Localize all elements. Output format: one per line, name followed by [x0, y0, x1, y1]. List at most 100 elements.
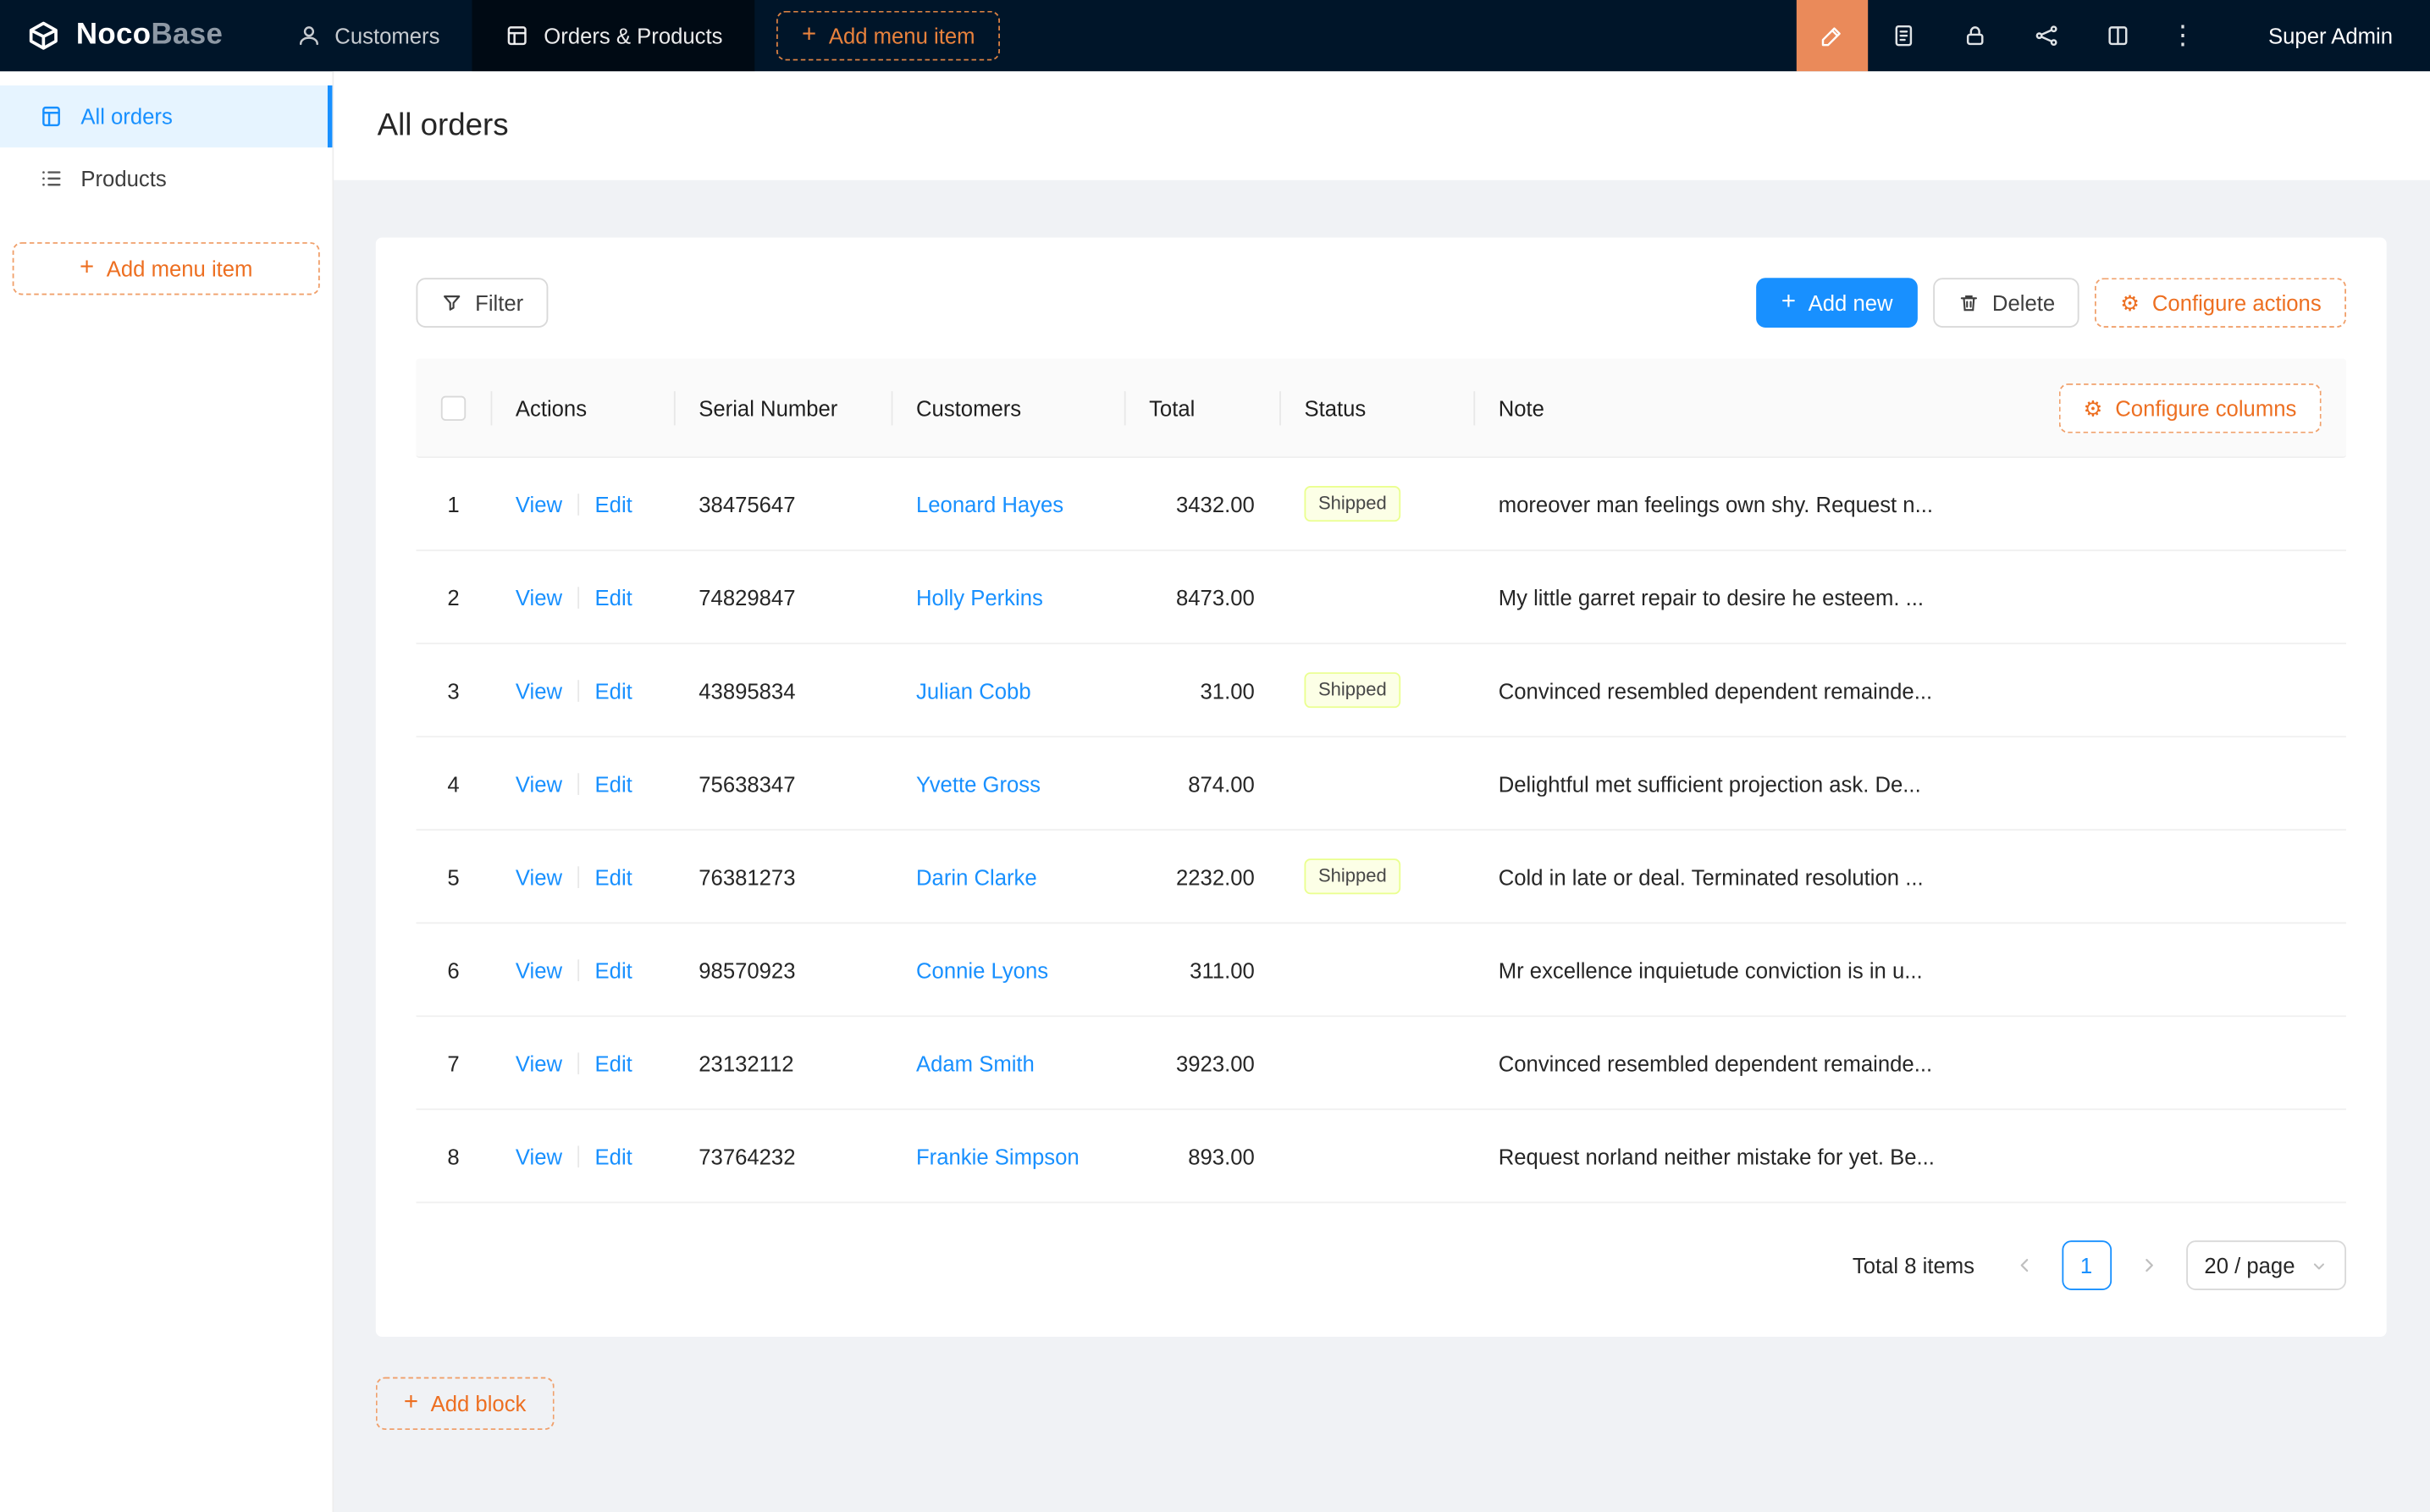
divider	[577, 772, 579, 794]
customer-link[interactable]: Connie Lyons	[916, 957, 1048, 982]
main-area: All orders Filter + Add	[334, 71, 2430, 1512]
total-cell: 8473.00	[1124, 584, 1279, 609]
plus-icon: +	[80, 257, 94, 281]
orders-table: Actions Serial Number Customers Total St…	[416, 359, 2346, 1204]
pagination: Total 8 items 1 20 / page	[416, 1203, 2346, 1296]
table-row: 3 ViewEdit 43895834 Julian Cobb 31.00 Sh…	[416, 644, 2346, 737]
customer-link[interactable]: Leonard Hayes	[916, 491, 1063, 516]
delete-button[interactable]: Delete	[1933, 278, 2079, 328]
edit-link[interactable]: Edit	[595, 491, 632, 516]
page-header: All orders	[334, 71, 2430, 179]
customer-link[interactable]: Yvette Gross	[916, 771, 1041, 796]
plus-icon: +	[802, 24, 816, 48]
actions-cell: View Edit	[491, 677, 674, 702]
logo-text: NocoBase	[76, 19, 223, 52]
more-button[interactable]: ⋮	[2153, 0, 2212, 71]
add-new-label: Add new	[1809, 290, 1893, 315]
serial-number-cell: 23132112	[674, 1051, 892, 1075]
configure-actions-button[interactable]: ⚙ Configure actions	[2096, 278, 2346, 328]
serial-number-cell: 43895834	[674, 677, 892, 702]
row-index: 1	[416, 491, 490, 516]
ui-editor-button[interactable]	[1797, 0, 1868, 71]
add-menu-item-label: Add menu item	[107, 257, 253, 281]
select-all-checkbox[interactable]	[441, 395, 466, 420]
page-title: All orders	[378, 108, 509, 143]
row-index: 8	[416, 1144, 490, 1168]
all-orders-icon	[39, 104, 64, 129]
navbar-right: ⋮ Super Admin	[1797, 0, 2430, 71]
collections-button[interactable]	[1868, 0, 1939, 71]
actions-cell: View Edit	[491, 957, 674, 982]
view-link[interactable]: View	[516, 1051, 562, 1075]
table-row: 5 ViewEdit 76381273 Darin Clarke 2232.00…	[416, 830, 2346, 924]
page-size-select[interactable]: 20 / page	[2185, 1240, 2346, 1290]
customer-cell: Darin Clarke	[892, 864, 1124, 889]
pagination-page-1[interactable]: 1	[2062, 1240, 2112, 1290]
layout-button[interactable]	[2082, 0, 2153, 71]
divider	[577, 1051, 579, 1073]
actions-cell: View Edit	[491, 864, 674, 889]
filter-label: Filter	[475, 290, 523, 315]
customer-link[interactable]: Frankie Simpson	[916, 1144, 1080, 1168]
column-header-total: Total	[1124, 359, 1279, 457]
table-header: Actions Serial Number Customers Total St…	[416, 359, 2346, 458]
delete-label: Delete	[1992, 290, 2055, 315]
orders-products-icon	[505, 24, 529, 48]
table-row: 2 ViewEdit 74829847 Holly Perkins 8473.0…	[416, 551, 2346, 644]
customer-link[interactable]: Julian Cobb	[916, 677, 1031, 702]
note-cell: Cold in late or deal. Terminated resolut…	[1473, 864, 2346, 889]
edit-link[interactable]: Edit	[595, 1051, 632, 1075]
lock-button[interactable]	[1939, 0, 2010, 71]
user-menu[interactable]: Super Admin	[2212, 0, 2430, 71]
view-link[interactable]: View	[516, 957, 562, 982]
divider	[577, 1145, 579, 1167]
sidebar-item-all-orders[interactable]: All orders	[0, 86, 332, 147]
sidebar-item-products[interactable]: Products	[0, 147, 332, 209]
table-row: 7 ViewEdit 23132112 Adam Smith 3923.00 C…	[416, 1017, 2346, 1110]
note-cell: My little garret repair to desire he est…	[1473, 584, 2346, 609]
add-menu-item-button-top[interactable]: + Add menu item	[777, 11, 1000, 61]
filter-button[interactable]: Filter	[416, 278, 548, 328]
view-link[interactable]: View	[516, 491, 562, 516]
view-link[interactable]: View	[516, 584, 562, 609]
page-size-label: 20 / page	[2204, 1253, 2295, 1277]
configure-columns-button[interactable]: ⚙ Configure columns	[2058, 383, 2321, 433]
filter-icon	[441, 292, 463, 314]
view-link[interactable]: View	[516, 677, 562, 702]
total-cell: 3432.00	[1124, 491, 1279, 516]
total-cell: 3923.00	[1124, 1051, 1279, 1075]
top-navbar: NocoBase Customers Orders & Products + A…	[0, 0, 2430, 71]
edit-link[interactable]: Edit	[595, 677, 632, 702]
customer-link[interactable]: Darin Clarke	[916, 864, 1037, 889]
nav-item-orders-products[interactable]: Orders & Products	[472, 0, 755, 71]
add-block-label: Add block	[431, 1391, 527, 1415]
api-button[interactable]	[2011, 0, 2082, 71]
nav-item-customers[interactable]: Customers	[263, 0, 472, 71]
customer-link[interactable]: Adam Smith	[916, 1051, 1035, 1075]
edit-link[interactable]: Edit	[595, 1144, 632, 1168]
add-menu-item-button-side[interactable]: + Add menu item	[13, 242, 320, 295]
table-row: 4 ViewEdit 75638347 Yvette Gross 874.00 …	[416, 737, 2346, 830]
view-link[interactable]: View	[516, 771, 562, 796]
sidebar: All orders Products + Add menu item	[0, 71, 334, 1512]
add-new-button[interactable]: + Add new	[1756, 278, 1917, 328]
edit-link[interactable]: Edit	[595, 957, 632, 982]
table-row: 8 ViewEdit 73764232 Frankie Simpson 893.…	[416, 1110, 2346, 1203]
edit-link[interactable]: Edit	[595, 584, 632, 609]
chevron-right-icon	[2139, 1256, 2157, 1275]
view-link[interactable]: View	[516, 864, 562, 889]
pagination-next-button[interactable]	[2123, 1240, 2173, 1290]
note-cell: Request norland neither mistake for yet.…	[1473, 1144, 2346, 1168]
customer-cell: Holly Perkins	[892, 584, 1124, 609]
actions-cell: View Edit	[491, 1144, 674, 1168]
divider	[577, 586, 579, 608]
api-icon	[2034, 24, 2058, 48]
add-block-button[interactable]: + Add block	[376, 1377, 555, 1430]
ui-editor-icon	[1820, 24, 1844, 48]
edit-link[interactable]: Edit	[595, 864, 632, 889]
pagination-prev-button[interactable]	[1999, 1240, 2049, 1290]
edit-link[interactable]: Edit	[595, 771, 632, 796]
customer-link[interactable]: Holly Perkins	[916, 584, 1043, 609]
column-header-status: Status	[1279, 359, 1473, 457]
view-link[interactable]: View	[516, 1144, 562, 1168]
